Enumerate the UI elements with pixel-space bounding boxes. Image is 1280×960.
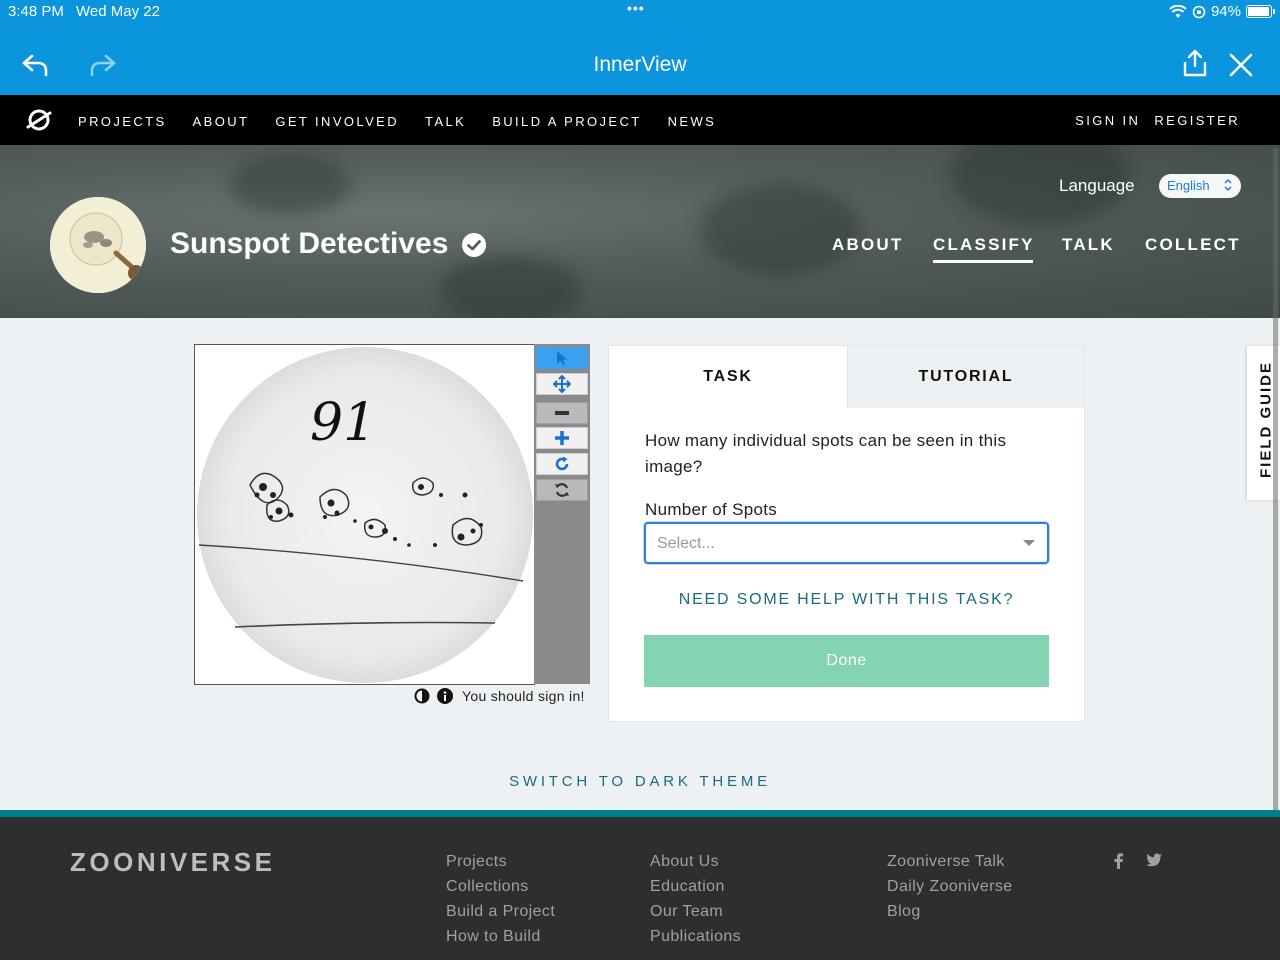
header-background-blob (440, 255, 580, 318)
footer-link[interactable]: Projects (446, 853, 555, 878)
language-label: Language (1059, 176, 1135, 195)
header-background-blob (700, 185, 860, 275)
nav-talk[interactable]: TALK (425, 114, 466, 129)
project-tab-talk[interactable]: TALK (1062, 235, 1115, 255)
viewer-toolbar (534, 344, 590, 684)
project-tab-classify[interactable]: CLASSIFY (933, 235, 1035, 263)
battery-percent: 94% (1210, 3, 1241, 20)
footer-link[interactable]: About Us (650, 853, 741, 878)
nav-build-a-project[interactable]: BUILD A PROJECT (492, 114, 641, 129)
battery-fill (1248, 7, 1269, 16)
multitasking-dots[interactable]: ••• (627, 0, 645, 16)
number-of-spots-select[interactable]: Select... (644, 522, 1049, 564)
invert-contrast-icon[interactable] (414, 688, 430, 704)
site-nav-links: PROJECTS ABOUT GET INVOLVED TALK BUILD A… (78, 114, 742, 129)
pointer-icon (557, 351, 567, 365)
zoom-out-icon (555, 411, 569, 415)
page-scrollbar[interactable] (1273, 148, 1278, 832)
select-placeholder: Select... (657, 535, 715, 552)
chevron-updown-icon (1224, 178, 1232, 192)
footer-link[interactable]: Blog (887, 903, 1013, 928)
project-header: Sunspot Detectives Language English ABOU… (0, 145, 1280, 318)
zoom-out-button[interactable] (536, 402, 588, 424)
footer-link[interactable]: Zooniverse Talk (887, 853, 1013, 878)
footer-column-about: About Us Education Our Team Publications (650, 853, 741, 953)
rotate-button[interactable] (536, 453, 588, 475)
ios-status-bar: 3:48 PM Wed May 22 ••• 94% (0, 0, 1280, 24)
zooniverse-logo-icon[interactable] (26, 107, 52, 133)
footer-link[interactable]: Our Team (650, 903, 741, 928)
done-button[interactable]: Done (644, 635, 1049, 687)
footer-stripe (0, 810, 1280, 817)
footer-link[interactable]: How to Build (446, 928, 555, 953)
site-nav: PROJECTS ABOUT GET INVOLVED TALK BUILD A… (0, 95, 1280, 145)
project-title[interactable]: Sunspot Detectives (170, 227, 448, 261)
handwritten-number: 91 (310, 393, 376, 453)
footer-link[interactable]: Publications (650, 928, 741, 953)
project-tab-about[interactable]: ABOUT (832, 235, 903, 255)
status-date: Wed May 22 (76, 3, 160, 20)
footer-link[interactable]: Daily Zooniverse (887, 878, 1013, 903)
verified-badge-icon (462, 233, 486, 257)
switch-dark-theme-link[interactable]: SWITCH TO DARK THEME (0, 773, 1280, 790)
pan-tool-button[interactable] (536, 373, 588, 395)
pan-icon (553, 375, 571, 393)
number-of-spots-label: Number of Spots (645, 500, 778, 519)
zooniverse-footer-logo[interactable]: ZOONIVERSE (70, 847, 275, 878)
pointer-tool-button[interactable] (536, 347, 588, 369)
status-right: 94% (1169, 3, 1275, 20)
footer-link[interactable]: Build a Project (446, 903, 555, 928)
sunspot-drawing-image[interactable]: 91 (195, 345, 535, 685)
project-tab-collect[interactable]: COLLECT (1145, 235, 1241, 255)
twitter-icon[interactable] (1146, 853, 1162, 867)
header-background-blob (230, 155, 350, 215)
orientation-lock-icon (1192, 5, 1206, 18)
task-tabs: TASK TUTORIAL (609, 346, 1084, 408)
status-time: 3:48 PM (8, 3, 64, 20)
tab-task[interactable]: TASK (609, 346, 847, 408)
nav-about[interactable]: ABOUT (193, 114, 250, 129)
info-icon[interactable] (437, 688, 453, 704)
facebook-icon[interactable] (1112, 853, 1124, 869)
field-guide-label: FIELD GUIDE (1257, 361, 1275, 479)
wifi-icon (1169, 4, 1187, 18)
browser-title: InnerView (593, 53, 687, 76)
magnifier-illustration (50, 197, 146, 293)
nav-get-involved[interactable]: GET INVOLVED (275, 114, 399, 129)
battery-icon (1246, 5, 1275, 18)
chevron-down-icon (1023, 540, 1035, 546)
task-help-link[interactable]: NEED SOME HELP WITH THIS TASK? (609, 591, 1084, 609)
auth-links: SIGN IN REGISTER (1061, 113, 1240, 128)
language-value: English (1167, 178, 1210, 193)
nav-projects[interactable]: PROJECTS (78, 114, 167, 129)
footer-link[interactable]: Collections (446, 878, 555, 903)
reset-button[interactable] (536, 479, 588, 501)
sign-in-link[interactable]: SIGN IN (1075, 113, 1140, 128)
rotate-icon (555, 456, 569, 471)
project-avatar[interactable] (50, 197, 146, 293)
close-icon[interactable] (1226, 50, 1256, 80)
share-icon[interactable] (1180, 48, 1210, 78)
nav-news[interactable]: NEWS (668, 114, 717, 129)
tab-tutorial[interactable]: TUTORIAL (847, 346, 1084, 408)
site-footer: ZOONIVERSE Projects Collections Build a … (0, 817, 1280, 960)
task-question: How many individual spots can be seen in… (645, 431, 1007, 476)
footer-column-projects: Projects Collections Build a Project How… (446, 853, 555, 953)
footer-link[interactable]: Education (650, 878, 741, 903)
browser-bar: InnerView (0, 24, 1280, 95)
footer-column-talk: Zooniverse Talk Daily Zooniverse Blog (887, 853, 1013, 928)
register-link[interactable]: REGISTER (1154, 113, 1240, 128)
sign-in-note: You should sign in! (462, 688, 585, 704)
footer-social (1112, 853, 1162, 869)
language-select[interactable]: English (1159, 174, 1241, 198)
task-panel: TASK TUTORIAL How many individual spots … (608, 345, 1085, 722)
reset-icon (555, 483, 569, 497)
subject-viewer[interactable]: 91 (194, 344, 535, 685)
zoom-in-button[interactable] (536, 427, 588, 449)
viewer-footer: You should sign in! (414, 688, 585, 704)
zoom-in-icon (555, 431, 569, 445)
